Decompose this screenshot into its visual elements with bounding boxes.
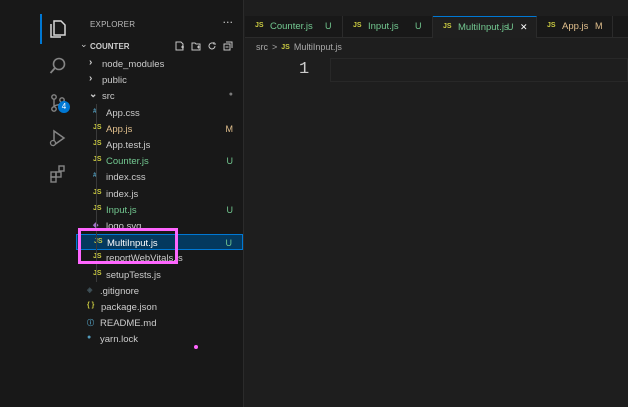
tree-item[interactable]: › node_modules [76, 56, 243, 72]
active-indicator [40, 14, 42, 44]
js-file-icon: JS [281, 43, 290, 51]
tree-item[interactable]: JS App.test.js [76, 137, 243, 153]
tree-item-label: node_modules [102, 59, 165, 70]
tree-item[interactable]: JS index.js [76, 186, 243, 202]
js-file-icon: JS [93, 269, 102, 277]
tree-item[interactable]: # index.css [76, 169, 243, 185]
tab-label: MultiInput.js [458, 22, 509, 33]
tree-item[interactable]: ◈ .gitignore [76, 283, 243, 299]
tree-item-label: src [102, 91, 115, 103]
tree-item-label: .gitignore [100, 285, 140, 297]
js-file-icon: JS [93, 204, 102, 212]
extensions-icon[interactable] [44, 160, 72, 188]
new-file-icon[interactable] [175, 41, 185, 51]
js-file-icon: JS [93, 123, 102, 131]
tree-item-label: index.js [106, 188, 139, 200]
explorer-title: EXPLORER [90, 20, 136, 29]
tree-item[interactable]: # App.css [76, 105, 243, 121]
tab-label: Counter.js [270, 21, 313, 32]
tree-item[interactable]: JS Input.js U [76, 202, 243, 218]
collapse-all-icon[interactable] [223, 41, 233, 51]
git-status-badge: U [225, 238, 233, 249]
breadcrumb-separator: > [272, 42, 278, 52]
chevron-down-icon: ⌄ [80, 40, 88, 50]
tab-status: U [415, 21, 422, 31]
tree-item[interactable]: › public [76, 72, 243, 88]
yarn-file-icon: ● [87, 334, 92, 342]
more-actions-button[interactable]: ··· [223, 16, 234, 29]
explorer-sidebar: EXPLORER ··· ⌄ COUNTER › node_modules › pub… [76, 0, 244, 407]
tree-item[interactable]: JS App.js M [76, 121, 243, 137]
new-folder-icon[interactable] [191, 41, 201, 51]
scm-badge: 4 [58, 101, 70, 113]
tree-item[interactable]: JS setupTests.js [76, 267, 243, 283]
tree-item-label: index.css [106, 172, 146, 184]
tab-label: App.js [562, 21, 589, 32]
info-file-icon: ⓘ [87, 320, 94, 328]
run-debug-icon[interactable] [44, 124, 72, 152]
breadcrumb-folder[interactable]: src [256, 42, 268, 52]
explorer-toolbar [175, 41, 233, 51]
tree-item-label: App.css [106, 107, 140, 119]
tab-app-js[interactable]: JS App.js M [537, 16, 613, 38]
tree-item-label: App.js [106, 123, 133, 135]
tab-status: M [595, 21, 603, 31]
git-status-badge: ● [228, 91, 233, 99]
tree-item-label: Input.js [106, 204, 137, 216]
git-status-badge: M [225, 123, 234, 134]
editor-current-line[interactable] [330, 58, 628, 82]
activity-bar: 4 [0, 0, 76, 407]
tab-input-js[interactable]: JS Input.js U [343, 16, 433, 38]
git-status-badge: U [226, 156, 234, 167]
tree-item[interactable]: JS Counter.js U [76, 153, 243, 169]
tab-status: U [325, 21, 332, 31]
js-file-icon: JS [93, 156, 102, 164]
explorer-icon[interactable] [44, 15, 72, 43]
js-file-icon: JS [443, 23, 452, 30]
line-number: 1 [299, 60, 310, 79]
tree-item-label: public [102, 75, 127, 87]
refresh-icon[interactable] [207, 41, 217, 51]
tab-status: U [507, 22, 514, 32]
tree-item-label: yarn.lock [100, 334, 139, 346]
tree-item-label: package.json [101, 302, 157, 313]
tree-item[interactable]: ● yarn.lock [76, 331, 243, 347]
annotation-dot [194, 345, 198, 349]
tree-item-label: App.test.js [106, 140, 151, 151]
editor-tabs: JS Counter.js U JS Input.js U JS MultiInput.js U… [245, 16, 628, 38]
search-icon[interactable] [44, 52, 72, 80]
tree-item-label: Counter.js [106, 156, 149, 168]
tree-item[interactable]: { } package.json [76, 299, 243, 315]
tab-counter-js[interactable]: JS Counter.js U [245, 16, 343, 38]
close-icon[interactable]: ✕ [520, 22, 528, 33]
tab-label: Input.js [368, 21, 399, 32]
git-file-icon: ◈ [87, 286, 93, 294]
js-file-icon: JS [93, 140, 102, 147]
tree-item-label: README.md [100, 318, 157, 330]
tree-item[interactable]: ⓘ README.md [76, 315, 243, 331]
js-file-icon: JS [547, 22, 556, 29]
tree-item-label: setupTests.js [106, 269, 161, 281]
tree-item[interactable]: ⌄ src ● [76, 88, 243, 104]
chevron-down-icon: ⌄ [89, 89, 98, 101]
git-status-badge: U [226, 204, 234, 215]
js-file-icon: JS [255, 22, 264, 29]
breadcrumb: src > JS MultiInput.js [256, 42, 342, 52]
annotation-highlight [78, 228, 178, 264]
tab-multiinput-js[interactable]: JS MultiInput.js U ✕ [433, 16, 537, 38]
chevron-right-icon: › [89, 73, 93, 85]
js-file-icon: JS [93, 188, 102, 196]
breadcrumb-file[interactable]: MultiInput.js [294, 42, 342, 52]
chevron-right-icon: › [89, 57, 93, 68]
workspace-name: COUNTER [90, 42, 130, 51]
js-file-icon: JS [353, 22, 362, 29]
json-file-icon: { } [87, 302, 95, 309]
